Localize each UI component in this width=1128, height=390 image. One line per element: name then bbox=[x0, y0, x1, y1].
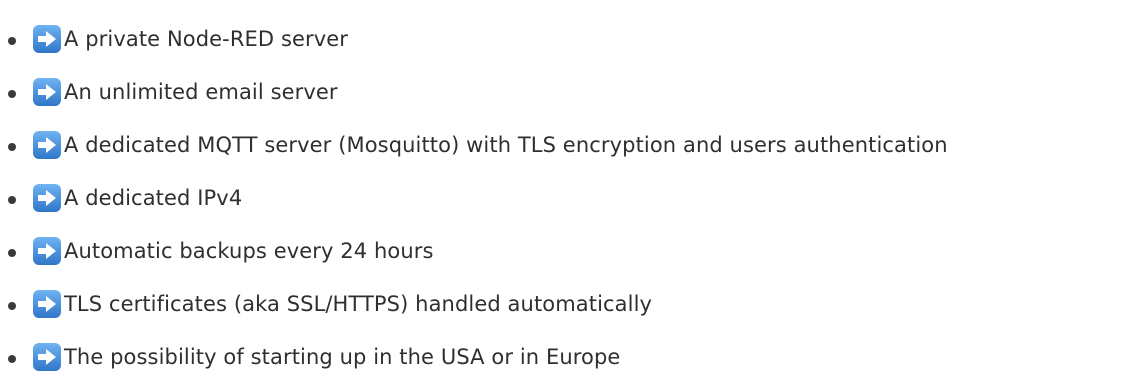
bullet-dot-icon bbox=[8, 142, 16, 151]
list-item-label: A dedicated MQTT server (Mosquitto) with… bbox=[64, 132, 948, 157]
right-arrow-icon bbox=[33, 77, 61, 106]
list-item-label: TLS certificates (aka SSL/HTTPS) handled… bbox=[64, 291, 653, 316]
list-item: A private Node-RED server bbox=[0, 12, 1128, 65]
feature-list: A private Node-RED server An unlimited e… bbox=[0, 0, 1128, 383]
right-arrow-icon bbox=[33, 24, 61, 53]
list-item: The possibility of starting up in the US… bbox=[0, 330, 1128, 383]
list-item: An unlimited email server bbox=[0, 65, 1128, 118]
bullet-dot-icon bbox=[8, 248, 16, 257]
right-arrow-icon bbox=[33, 130, 61, 159]
right-arrow-icon bbox=[33, 289, 61, 318]
list-item-label: A private Node-RED server bbox=[64, 26, 349, 51]
bullet-dot-icon bbox=[8, 354, 16, 363]
bullet-dot-icon bbox=[8, 195, 16, 204]
list-item: TLS certificates (aka SSL/HTTPS) handled… bbox=[0, 277, 1128, 330]
list-item: A dedicated IPv4 bbox=[0, 171, 1128, 224]
right-arrow-icon bbox=[33, 183, 61, 212]
list-item-label: The possibility of starting up in the US… bbox=[64, 344, 621, 369]
right-arrow-icon bbox=[33, 236, 61, 265]
list-item: Automatic backups every 24 hours bbox=[0, 224, 1128, 277]
bullet-dot-icon bbox=[8, 89, 16, 98]
list-item-label: An unlimited email server bbox=[64, 79, 338, 104]
list-item-label: Automatic backups every 24 hours bbox=[64, 238, 434, 263]
bullet-dot-icon bbox=[8, 301, 16, 310]
bullet-dot-icon bbox=[8, 36, 16, 45]
list-item: A dedicated MQTT server (Mosquitto) with… bbox=[0, 118, 1128, 171]
list-item-label: A dedicated IPv4 bbox=[64, 185, 243, 210]
right-arrow-icon bbox=[33, 342, 61, 371]
